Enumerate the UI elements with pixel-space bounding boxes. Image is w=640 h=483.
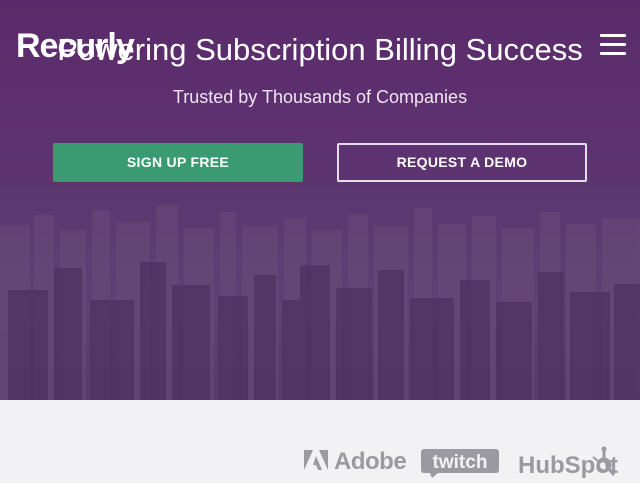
hero-section: Recurly Powering Subscription Billing Su… (0, 0, 640, 400)
hubspot-logo-icon: HubSpot (518, 446, 618, 479)
sign-up-free-button[interactable]: SIGN UP FREE (53, 143, 303, 182)
recurly-logo[interactable]: Recurly (16, 28, 135, 64)
twitch-logo-icon: twitch (421, 449, 499, 478)
twitch-logo: twitch (420, 446, 500, 478)
page-subheadline: Trusted by Thousands of Companies (172, 87, 468, 107)
adobe-wordmark: Adobe (334, 448, 407, 475)
twitch-wordmark: twitch (433, 452, 488, 473)
hubspot-logo: HubSpot (518, 444, 618, 479)
adobe-logo-icon (304, 450, 328, 470)
hamburger-menu-icon[interactable] (600, 34, 626, 56)
request-demo-button[interactable]: REQUEST A DEMO (337, 143, 587, 182)
